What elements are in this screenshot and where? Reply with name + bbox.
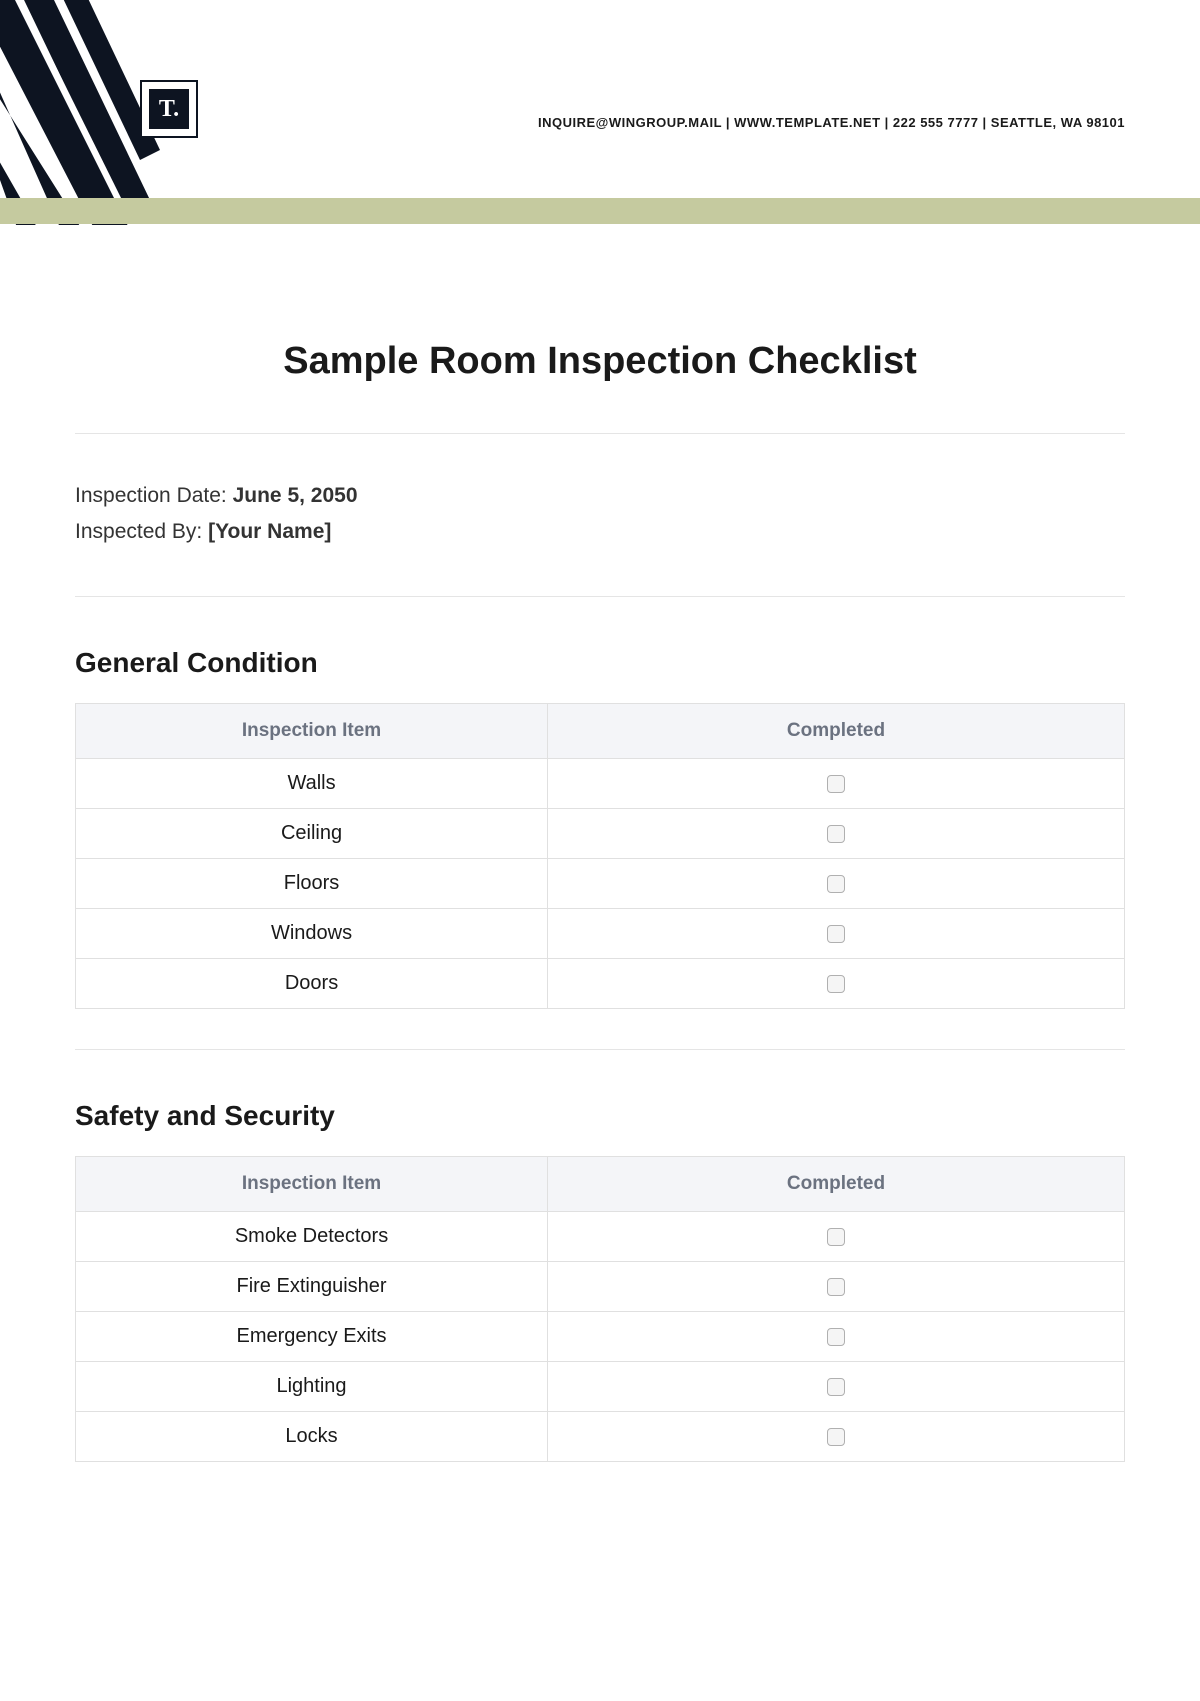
inspection-item: Doors <box>76 959 548 1009</box>
table-row: Walls <box>76 759 1125 809</box>
table-row: Lighting <box>76 1362 1125 1412</box>
inspection-item: Emergency Exits <box>76 1312 548 1362</box>
divider <box>75 1049 1125 1050</box>
completed-cell <box>548 959 1125 1009</box>
checkbox[interactable] <box>827 775 845 793</box>
inspected-by-value: [Your Name] <box>208 520 331 543</box>
table-row: Floors <box>76 859 1125 909</box>
section-heading-general: General Condition <box>75 647 1125 679</box>
table-row: Locks <box>76 1412 1125 1462</box>
document-title: Sample Room Inspection Checklist <box>75 340 1125 383</box>
checkbox[interactable] <box>827 1428 845 1446</box>
completed-cell <box>548 909 1125 959</box>
logo-text: T. <box>149 89 189 129</box>
inspection-date-line: Inspection Date: June 5, 2050 <box>75 484 1125 508</box>
completed-cell <box>548 1262 1125 1312</box>
completed-cell <box>548 1362 1125 1412</box>
inspection-item: Fire Extinguisher <box>76 1262 548 1312</box>
olive-accent-bar <box>0 198 1200 224</box>
table-row: Doors <box>76 959 1125 1009</box>
completed-cell <box>548 1412 1125 1462</box>
logo: T. <box>140 80 198 138</box>
inspection-item: Walls <box>76 759 548 809</box>
completed-cell <box>548 809 1125 859</box>
inspection-item: Locks <box>76 1412 548 1462</box>
divider <box>75 596 1125 597</box>
completed-cell <box>548 1212 1125 1262</box>
completed-cell <box>548 759 1125 809</box>
table-row: Emergency Exits <box>76 1312 1125 1362</box>
inspection-item: Smoke Detectors <box>76 1212 548 1262</box>
checkbox[interactable] <box>827 1278 845 1296</box>
general-condition-table: Inspection Item Completed Walls Ceiling … <box>75 703 1125 1009</box>
table-header-completed: Completed <box>548 704 1125 759</box>
table-row: Smoke Detectors <box>76 1212 1125 1262</box>
inspected-by-line: Inspected By: [Your Name] <box>75 520 1125 544</box>
table-header-item: Inspection Item <box>76 704 548 759</box>
inspection-date-value: June 5, 2050 <box>233 484 358 507</box>
inspection-item: Ceiling <box>76 809 548 859</box>
section-heading-safety: Safety and Security <box>75 1100 1125 1132</box>
table-header-item: Inspection Item <box>76 1157 548 1212</box>
inspected-by-label: Inspected By: <box>75 520 208 543</box>
header-graphic: T. INQUIRE@WINGROUP.MAIL | WWW.TEMPLATE.… <box>0 0 1200 225</box>
safety-security-table: Inspection Item Completed Smoke Detector… <box>75 1156 1125 1462</box>
checkbox[interactable] <box>827 1228 845 1246</box>
inspection-date-label: Inspection Date: <box>75 484 233 507</box>
checkbox[interactable] <box>827 875 845 893</box>
completed-cell <box>548 1312 1125 1362</box>
inspection-item: Lighting <box>76 1362 548 1412</box>
inspection-item: Floors <box>76 859 548 909</box>
checkbox[interactable] <box>827 925 845 943</box>
checkbox[interactable] <box>827 825 845 843</box>
table-row: Windows <box>76 909 1125 959</box>
table-header-completed: Completed <box>548 1157 1125 1212</box>
inspection-meta: Inspection Date: June 5, 2050 Inspected … <box>75 434 1125 596</box>
table-row: Fire Extinguisher <box>76 1262 1125 1312</box>
table-row: Ceiling <box>76 809 1125 859</box>
checkbox[interactable] <box>827 975 845 993</box>
checkbox[interactable] <box>827 1328 845 1346</box>
completed-cell <box>548 859 1125 909</box>
checkbox[interactable] <box>827 1378 845 1396</box>
header-contact-info: INQUIRE@WINGROUP.MAIL | WWW.TEMPLATE.NET… <box>538 115 1125 130</box>
inspection-item: Windows <box>76 909 548 959</box>
